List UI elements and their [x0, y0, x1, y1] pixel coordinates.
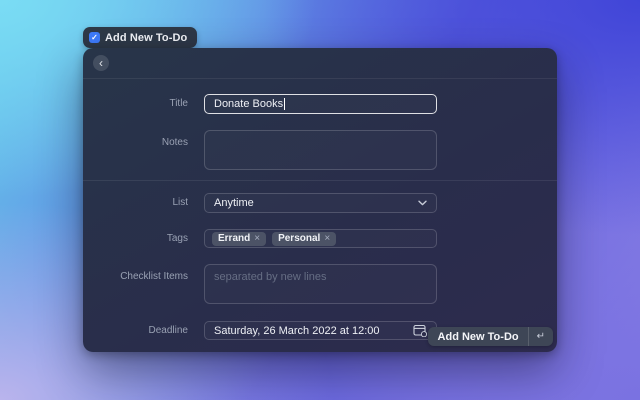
- notes-label: Notes: [83, 130, 188, 170]
- remove-tag-icon[interactable]: ×: [254, 234, 260, 244]
- list-selected-value: Anytime: [214, 197, 254, 209]
- title-input[interactable]: Donate Books: [204, 94, 437, 114]
- list-label: List: [83, 193, 188, 213]
- tags-row: Tags Errand × Personal ×: [83, 229, 557, 248]
- add-new-todo-button[interactable]: Add New To-Do ↵: [428, 327, 553, 346]
- header-divider: [83, 78, 557, 79]
- checklist-input[interactable]: separated by new lines: [204, 264, 437, 304]
- list-dropdown[interactable]: Anytime: [204, 193, 437, 213]
- remove-tag-icon[interactable]: ×: [324, 234, 330, 244]
- window-header: ‹: [83, 48, 557, 78]
- chevron-left-icon: ‹: [99, 57, 103, 69]
- checklist-row: Checklist Items separated by new lines: [83, 264, 557, 304]
- tag-chip-label: Personal: [278, 234, 320, 244]
- title-label: Title: [83, 94, 188, 114]
- title-value: Donate Books: [214, 98, 283, 110]
- tags-label: Tags: [83, 229, 188, 248]
- things-app-icon: ✓: [89, 32, 100, 43]
- notes-row: Notes: [83, 130, 557, 170]
- add-new-todo-button-label: Add New To-Do: [438, 331, 519, 343]
- list-row: List Anytime: [83, 193, 557, 213]
- deadline-value: Saturday, 26 March 2022 at 12:00: [214, 325, 380, 337]
- tag-chip-personal[interactable]: Personal ×: [272, 232, 336, 246]
- checklist-label: Checklist Items: [83, 264, 188, 304]
- launcher-badge[interactable]: ✓ Add New To-Do: [83, 27, 197, 48]
- checklist-placeholder: separated by new lines: [214, 271, 327, 283]
- section-divider: [83, 180, 557, 181]
- calendar-icon[interactable]: [413, 324, 427, 337]
- notes-input[interactable]: [204, 130, 437, 170]
- tag-chip-errand[interactable]: Errand ×: [212, 232, 266, 246]
- tags-input[interactable]: Errand × Personal ×: [204, 229, 437, 248]
- text-caret: [284, 98, 285, 110]
- launcher-badge-label: Add New To-Do: [105, 32, 187, 44]
- return-key-icon: ↵: [529, 332, 553, 342]
- tag-chip-label: Errand: [218, 234, 250, 244]
- chevron-down-icon: [418, 200, 427, 206]
- deadline-picker[interactable]: Saturday, 26 March 2022 at 12:00: [204, 321, 437, 340]
- deadline-label: Deadline: [83, 321, 188, 340]
- back-button[interactable]: ‹: [93, 55, 109, 71]
- title-row: Title Donate Books: [83, 94, 557, 114]
- add-new-todo-window: ‹ Title Donate Books Notes List Anytime …: [83, 48, 557, 352]
